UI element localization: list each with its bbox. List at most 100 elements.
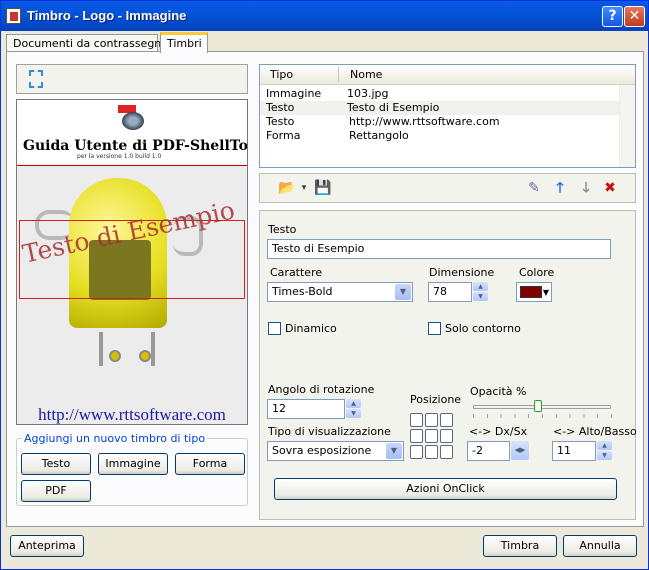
dxsx-label: <-> Dx/Sx	[469, 425, 528, 438]
row-nome: Testo di Esempio	[347, 101, 440, 114]
row-nome: Rettangolo	[349, 129, 409, 142]
carattere-select[interactable]: Times-Bold ▼	[267, 282, 413, 302]
position-cell[interactable]	[440, 445, 453, 459]
gear-logo-icon	[122, 112, 144, 130]
list-row[interactable]: Forma Rettangolo	[260, 129, 620, 143]
carattere-label: Carattere	[270, 266, 323, 279]
position-cell[interactable]	[440, 429, 453, 443]
close-button[interactable]: ✕	[624, 6, 645, 27]
dimensione-label: Dimensione	[429, 266, 495, 279]
testo-label: Testo	[268, 223, 297, 236]
azioni-onclick-button[interactable]: Azioni OnClick	[274, 478, 617, 500]
tab-panel: Guida Utente di PDF-ShellTools per la ve…	[6, 51, 644, 527]
arrow-down-icon[interactable]: 🡓	[578, 180, 594, 196]
stamp-properties: Testo Testo di Esempio Carattere Times-B…	[259, 210, 637, 520]
stamp-button[interactable]: Timbra	[483, 535, 557, 557]
row-nome: http://www.rttsoftware.com	[349, 115, 500, 128]
open-folder-icon[interactable]: 📂	[278, 180, 295, 196]
carattere-value: Times-Bold	[272, 285, 333, 298]
preview-button[interactable]: Anteprima	[10, 535, 84, 557]
selection-toolbar	[16, 64, 248, 94]
opacita-slider-track[interactable]	[473, 405, 611, 409]
add-pdf-button[interactable]: PDF	[21, 480, 91, 502]
list-header: Tipo Nome	[260, 65, 635, 85]
stamps-toolbar: 📂 ▾ 💾 ✎ 🡑 🡓 ✖	[259, 173, 636, 203]
list-row[interactable]: Immagine 103.jpg	[260, 87, 620, 101]
delete-icon[interactable]: ✖	[602, 180, 618, 196]
position-cell[interactable]	[410, 445, 423, 459]
list-scrollbar[interactable]	[619, 85, 635, 167]
dxsx-spinner[interactable]: ◀▶	[511, 441, 529, 461]
robot-foot	[139, 350, 151, 362]
dinamico-checkbox[interactable]	[268, 322, 281, 335]
preview-doc-title: Guida Utente di PDF-ShellTools	[23, 138, 248, 154]
selection-icon[interactable]	[29, 70, 43, 88]
robot-foot	[109, 350, 121, 362]
window-title: Timbro - Logo - Immagine	[27, 8, 187, 23]
testo-input[interactable]: Testo di Esempio	[267, 239, 611, 259]
color-swatch	[520, 286, 542, 298]
stamp-preview[interactable]: Guida Utente di PDF-ShellTools per la ve…	[16, 99, 248, 425]
add-stamp-group: Aggiungi un nuovo timbro di tipo Testo I…	[16, 432, 248, 506]
column-tipo[interactable]: Tipo	[270, 68, 293, 81]
tipo-vis-value: Sovra esposizione	[272, 444, 372, 457]
posizione-label: Posizione	[410, 393, 462, 406]
altobasso-input[interactable]: 11	[552, 441, 596, 461]
column-separator[interactable]	[338, 67, 339, 82]
solo-contorno-label: Solo contorno	[445, 322, 521, 335]
tipo-vis-select[interactable]: Sovra esposizione ▼	[267, 441, 404, 461]
dialog-window: Timbro - Logo - Immagine ? ✕ Documenti d…	[0, 0, 649, 570]
stamps-list[interactable]: Tipo Nome Immagine 103.jpg Testo Testo d…	[259, 64, 636, 168]
row-tipo: Immagine	[266, 87, 322, 100]
opacita-slider-thumb[interactable]	[533, 400, 542, 412]
add-stamp-legend: Aggiungi un nuovo timbro di tipo	[22, 432, 208, 445]
add-image-button[interactable]: Immagine	[98, 453, 168, 475]
row-tipo: Testo	[266, 115, 295, 128]
preview-doc-subtitle: per la versione 1.0 build 1.0	[77, 153, 162, 160]
list-row[interactable]: Testo http://www.rttsoftware.com	[260, 115, 620, 129]
position-cell[interactable]	[410, 429, 423, 443]
position-grid[interactable]	[410, 413, 454, 461]
dimensione-input[interactable]: 78	[428, 282, 472, 302]
opacita-label: Opacità %	[470, 385, 527, 398]
position-cell[interactable]	[410, 413, 423, 427]
angolo-label: Angolo di rotazione	[268, 383, 375, 396]
dimensione-spinner[interactable]: ▲ ▼	[473, 282, 488, 302]
arrow-up-icon[interactable]: 🡑	[552, 180, 568, 196]
help-button[interactable]: ?	[602, 6, 623, 27]
position-cell[interactable]	[440, 413, 453, 427]
position-cell[interactable]	[425, 445, 438, 459]
tipo-vis-label: Tipo di visualizzazione	[268, 425, 391, 438]
colore-label: Colore	[519, 266, 555, 279]
altobasso-spinner[interactable]: ▲ ▼	[597, 441, 612, 461]
angolo-spinner[interactable]: ▲ ▼	[346, 399, 361, 419]
app-icon	[6, 8, 21, 24]
solo-contorno-checkbox[interactable]	[428, 322, 441, 335]
list-row[interactable]: Testo Testo di Esempio	[260, 101, 620, 115]
save-icon[interactable]: 💾	[314, 180, 331, 196]
colore-picker[interactable]: ▼	[516, 282, 552, 302]
title-bar[interactable]: Timbro - Logo - Immagine ? ✕	[1, 1, 648, 31]
row-tipo: Testo	[266, 101, 295, 114]
dinamico-label: Dinamico	[285, 322, 337, 335]
opacita-slider-ticks	[473, 414, 613, 418]
stamp-url[interactable]: http://www.rttsoftware.com	[17, 405, 247, 424]
chevron-down-icon: ▼	[542, 288, 549, 297]
altobasso-label: <-> Alto/Basso	[553, 425, 637, 438]
angolo-input[interactable]: 12	[267, 399, 345, 419]
position-cell[interactable]	[425, 429, 438, 443]
dxsx-input[interactable]: -2	[467, 441, 510, 461]
chevron-down-icon[interactable]: ▼	[386, 443, 402, 459]
cancel-button[interactable]: Annulla	[563, 535, 637, 557]
row-tipo: Forma	[266, 129, 301, 142]
add-text-button[interactable]: Testo	[21, 453, 91, 475]
tab-timbri[interactable]: Timbri	[160, 32, 208, 53]
add-shape-button[interactable]: Forma	[175, 453, 245, 475]
row-nome: 103.jpg	[347, 87, 389, 100]
preview-doc-header: Guida Utente di PDF-ShellTools per la ve…	[17, 100, 247, 166]
column-nome[interactable]: Nome	[350, 68, 382, 81]
position-cell[interactable]	[425, 413, 438, 427]
wizard-icon[interactable]: ✎	[526, 180, 542, 196]
chevron-down-icon[interactable]: ▼	[395, 284, 411, 300]
dropdown-arrow-icon[interactable]: ▾	[296, 180, 312, 196]
